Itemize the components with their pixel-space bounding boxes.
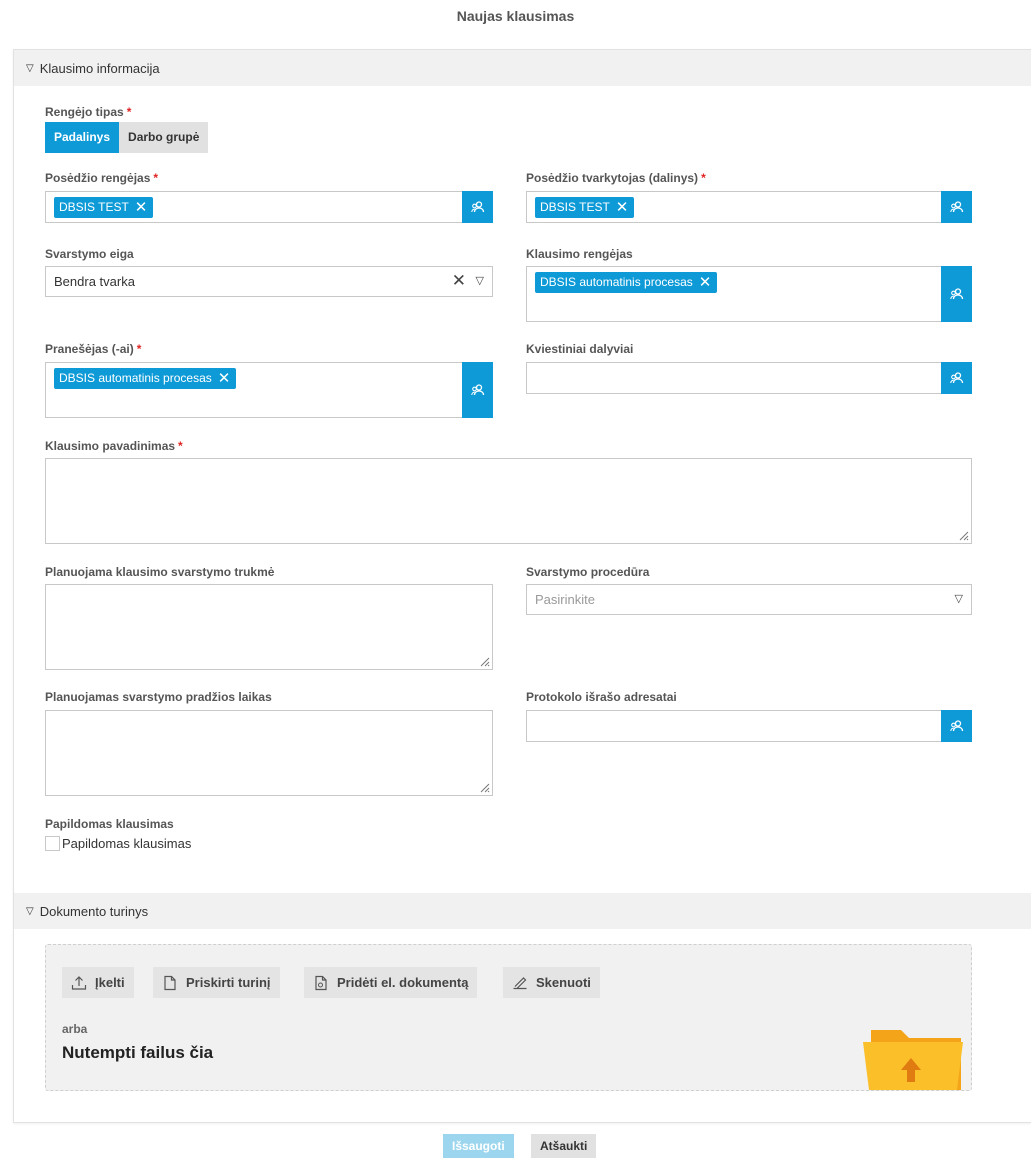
users-icon [470,201,484,213]
users-icon [949,288,963,300]
remove-chip-icon[interactable]: ✕ [218,368,231,389]
collapse-triangle-icon: ▽ [26,905,34,917]
or-text: arba [62,1022,88,1036]
field-label: Kviestiniai dalyviai [526,342,634,356]
collapse-triangle-icon: ▽ [26,62,34,74]
users-icon [470,384,484,396]
field-label: Klausimo rengėjas [526,247,633,261]
trukme-textarea[interactable] [45,584,493,670]
remove-chip-icon[interactable]: ✕ [699,272,712,293]
scan-button[interactable]: Skenuoti [503,967,600,998]
field-label: Planuojama klausimo svarstymo trukmė [45,565,275,579]
field-label: Papildomas klausimas [45,817,174,831]
protokolo-adresatai-picker[interactable] [526,710,972,742]
option-darbo-grupe[interactable]: Darbo grupė [119,122,209,153]
field-label: Rengėjo tipas * [45,105,132,119]
form-card: ▽ Klausimo informacija Rengėjo tipas * Pa… [13,49,1031,1123]
dropdown-triangle-icon[interactable]: ▽ [955,592,963,605]
svarstymo-eiga-select[interactable]: Bendra tvarka ✕ ▽ [45,266,493,297]
selected-chip: DBSIS TEST ✕ [535,197,635,218]
klausimo-pavadinimas-textarea[interactable] [45,458,972,544]
field-label: Svarstymo procedūra [526,565,650,579]
drop-files-text: Nutempti failus čia [62,1043,214,1062]
papildomas-checkbox-row: Papildomas klausimas [45,836,191,851]
checkbox-label[interactable]: Papildomas klausimas [62,836,191,851]
users-icon [949,201,963,213]
select-users-button[interactable] [941,266,972,322]
remove-chip-icon[interactable]: ✕ [616,197,629,218]
dropdown-triangle-icon[interactable]: ▽ [476,274,484,287]
page-title: Naujas klausimas [456,8,575,24]
field-label: Posėdžio tvarkytojas (dalinys) * [526,171,706,185]
svarstymo-procedura-select[interactable]: Pasirinkite ▽ [526,584,972,615]
kviestiniai-dalyviai-picker[interactable] [526,362,972,394]
remove-chip-icon[interactable]: ✕ [135,197,148,218]
section-title: Dokumento turinys [39,903,149,919]
resize-grip-icon[interactable] [478,781,490,793]
field-label: Posėdžio rengėjas * [45,171,159,185]
clear-icon[interactable]: ✕ [452,271,466,291]
selected-chip: DBSIS automatinis procesas ✕ [535,272,718,293]
section-title: Klausimo informacija [39,60,160,76]
add-e-document-button[interactable]: Pridėti el. dokumentą [304,967,478,998]
upload-button[interactable]: Įkelti [62,967,134,998]
field-label: Klausimo pavadinimas * [45,439,183,453]
save-button[interactable]: Išsaugoti [443,1134,514,1158]
select-users-button[interactable] [941,710,972,742]
select-users-button[interactable] [941,362,972,394]
assign-content-button[interactable]: Priskirti turinį [153,967,280,998]
upload-icon [71,975,87,990]
file-dropzone[interactable]: Įkelti Priskirti turinį Pridėti el. doku… [45,944,972,1091]
select-value: Bendra tvarka [54,274,135,289]
field-label: Svarstymo eiga [45,247,134,261]
users-icon [949,372,963,384]
field-label: Pranešėjas (-ai) * [45,342,142,356]
selected-chip: DBSIS automatinis procesas ✕ [54,368,237,389]
field-label: Protokolo išrašo adresatai [526,690,677,704]
cancel-button[interactable]: Atšaukti [531,1134,597,1158]
field-label: Planuojamas svarstymo pradžios laikas [45,690,272,704]
scan-icon [513,976,527,989]
resize-grip-icon[interactable] [478,655,490,667]
section-header-doc[interactable]: ▽ Dokumento turinys [14,893,1031,929]
rengejo-tipas-toggle: Padalinys Darbo grupė [45,122,209,153]
users-icon [949,720,963,732]
pranesejas-picker[interactable]: DBSIS automatinis procesas ✕ [45,362,493,418]
folder-upload-icon [863,1030,963,1090]
posedzio-rengejas-picker[interactable]: DBSIS TEST ✕ [45,191,493,223]
selected-chip: DBSIS TEST ✕ [54,197,154,218]
klausimo-rengejas-picker[interactable]: DBSIS automatinis procesas ✕ [526,266,972,322]
select-placeholder: Pasirinkite [535,592,595,607]
resize-grip-icon[interactable] [957,529,969,541]
pradzios-laikas-textarea[interactable] [45,710,493,796]
select-users-button[interactable] [462,362,493,418]
e-document-icon [315,975,327,990]
section-header-info[interactable]: ▽ Klausimo informacija [14,50,1031,86]
option-padalinys[interactable]: Padalinys [45,122,120,153]
file-icon [164,975,176,990]
select-users-button[interactable] [462,191,493,223]
posedzio-tvarkytojas-picker[interactable]: DBSIS TEST ✕ [526,191,972,223]
select-users-button[interactable] [941,191,972,223]
papildomas-checkbox[interactable] [45,836,60,851]
